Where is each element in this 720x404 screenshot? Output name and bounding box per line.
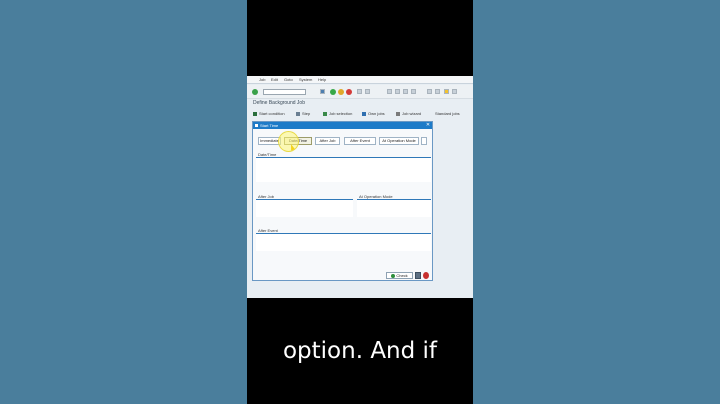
step-button[interactable]: Step bbox=[296, 110, 310, 117]
step-icon bbox=[296, 111, 300, 116]
after-event-button[interactable]: After Event bbox=[344, 137, 376, 145]
left-background bbox=[0, 0, 247, 404]
menu-bar: Job Edit Goto System Help bbox=[247, 76, 473, 84]
more-button[interactable] bbox=[421, 137, 427, 145]
find-icon[interactable] bbox=[365, 89, 370, 94]
close-icon[interactable]: ✕ bbox=[425, 122, 431, 129]
last-page-icon[interactable] bbox=[411, 89, 416, 94]
after-job-group bbox=[256, 199, 353, 217]
cancel-icon[interactable] bbox=[346, 89, 352, 95]
own-jobs-icon bbox=[362, 111, 366, 116]
enter-icon[interactable] bbox=[252, 89, 258, 95]
job-selection-button[interactable]: Job selection bbox=[323, 110, 352, 117]
menu-help[interactable]: Help bbox=[318, 76, 326, 84]
screen-title: Define Background Job bbox=[253, 100, 305, 106]
cursor-highlight bbox=[278, 131, 299, 152]
menu-edit[interactable]: Edit bbox=[271, 76, 278, 84]
after-event-group bbox=[256, 233, 431, 251]
wizard-icon bbox=[396, 111, 400, 116]
job-wizard-button[interactable]: Job wizard bbox=[396, 110, 421, 117]
dialog-title: Start Time ✕ bbox=[253, 122, 432, 129]
video-subtitle: option. And if bbox=[282, 338, 438, 364]
application-toolbar: Start condition Step Job selection Own j… bbox=[247, 109, 473, 118]
after-job-button[interactable]: After Job bbox=[315, 137, 340, 145]
right-background bbox=[473, 0, 720, 404]
save-icon[interactable] bbox=[320, 89, 325, 94]
command-field[interactable] bbox=[263, 89, 306, 95]
at-operation-mode-button[interactable]: At Operation Mode bbox=[379, 137, 419, 145]
start-condition-button[interactable]: Start condition bbox=[253, 110, 285, 117]
menu-system[interactable]: System bbox=[299, 76, 312, 84]
exit-icon[interactable] bbox=[338, 89, 344, 95]
previous-page-icon[interactable] bbox=[395, 89, 400, 94]
standard-jobs-button[interactable]: Standard jobs bbox=[435, 110, 460, 117]
menu-job[interactable]: Job bbox=[259, 76, 265, 84]
check-icon bbox=[391, 273, 396, 278]
sap-window: Job Edit Goto System Help Define Backgro… bbox=[247, 76, 473, 298]
system-toolbar bbox=[247, 85, 473, 99]
video-frame: Job Edit Goto System Help Define Backgro… bbox=[247, 0, 473, 404]
check-button[interactable]: Check bbox=[386, 272, 413, 279]
sap-icon bbox=[255, 124, 258, 127]
help-icon[interactable] bbox=[444, 89, 449, 94]
cancel-icon[interactable] bbox=[423, 272, 429, 279]
back-icon[interactable] bbox=[330, 89, 336, 95]
shortcut-icon[interactable] bbox=[435, 89, 440, 94]
next-page-icon[interactable] bbox=[403, 89, 408, 94]
new-session-icon[interactable] bbox=[427, 89, 432, 94]
menu-goto[interactable]: Goto bbox=[284, 76, 293, 84]
flag-icon bbox=[253, 111, 257, 116]
selection-icon bbox=[323, 111, 327, 116]
date-time-group bbox=[256, 157, 431, 182]
print-icon[interactable] bbox=[357, 89, 362, 94]
save-icon[interactable] bbox=[415, 272, 421, 279]
layout-icon[interactable] bbox=[452, 89, 457, 94]
first-page-icon[interactable] bbox=[387, 89, 392, 94]
own-jobs-button[interactable]: Own jobs bbox=[362, 110, 385, 117]
at-operation-mode-group bbox=[357, 199, 431, 217]
